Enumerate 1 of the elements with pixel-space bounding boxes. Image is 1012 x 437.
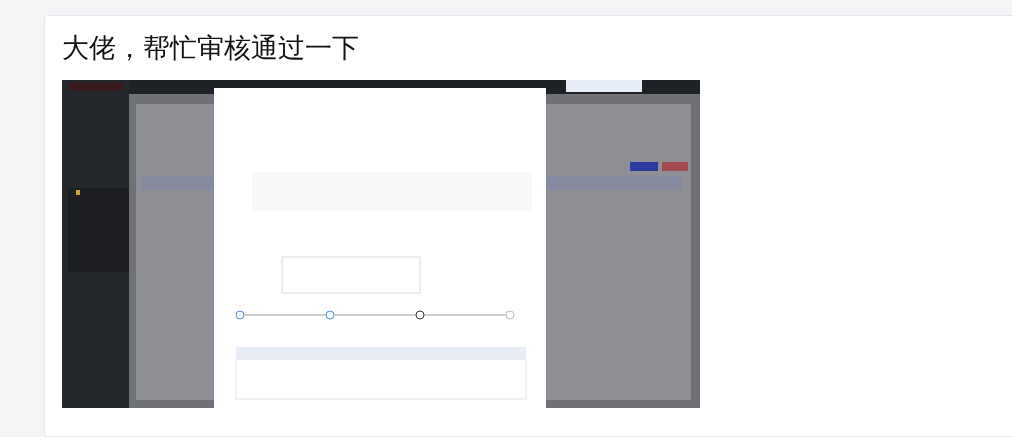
post-title: 大佬，帮忙审核通过一下 <box>62 31 360 65</box>
